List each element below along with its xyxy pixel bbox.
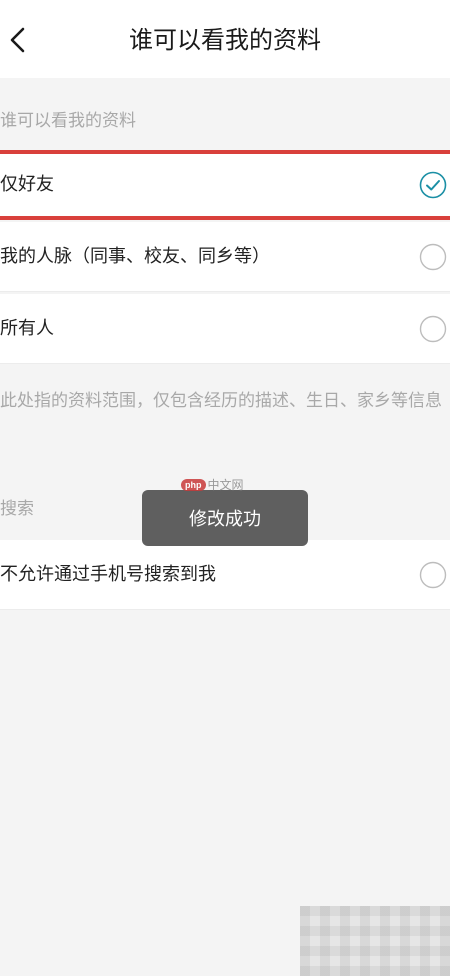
- option-network[interactable]: 我的人脉（同事、校友、同乡等）: [0, 222, 450, 292]
- watermark-badge: php: [181, 478, 206, 491]
- option-label: 仅好友: [0, 174, 54, 195]
- search-section-label: 搜索: [0, 499, 34, 519]
- chevron-left-icon: [10, 27, 25, 53]
- check-circle-icon: [419, 171, 447, 199]
- radio-empty-icon: [419, 243, 447, 271]
- option-everyone[interactable]: 所有人: [0, 294, 450, 364]
- top-bar: 谁可以看我的资料: [0, 0, 450, 78]
- site-watermark: php 中文网: [181, 476, 244, 493]
- radio-empty-icon: [419, 561, 447, 589]
- visibility-section-label: 谁可以看我的资料: [0, 111, 136, 131]
- radio-empty-icon: [419, 315, 447, 343]
- option-label: 我的人脉（同事、校友、同乡等）: [0, 246, 270, 267]
- watermark-text: 中文网: [207, 478, 244, 492]
- privacy-settings-page: 谁可以看我的资料 谁可以看我的资料 仅好友 我的人脉（同事、校友、同乡等） 所有…: [0, 0, 450, 976]
- option-block-phone-search[interactable]: 不允许通过手机号搜索到我: [0, 540, 450, 610]
- pixelated-region: [300, 906, 450, 976]
- visibility-note: 此处指的资料范围，仅包含经历的描述、生日、家乡等信息: [0, 391, 442, 411]
- option-label: 所有人: [0, 318, 54, 339]
- option-label: 不允许通过手机号搜索到我: [0, 564, 216, 585]
- toast-message: 修改成功: [142, 490, 308, 546]
- back-button[interactable]: [0, 20, 36, 60]
- page-title: 谁可以看我的资料: [129, 26, 321, 54]
- option-friends-only[interactable]: 仅好友: [0, 150, 450, 220]
